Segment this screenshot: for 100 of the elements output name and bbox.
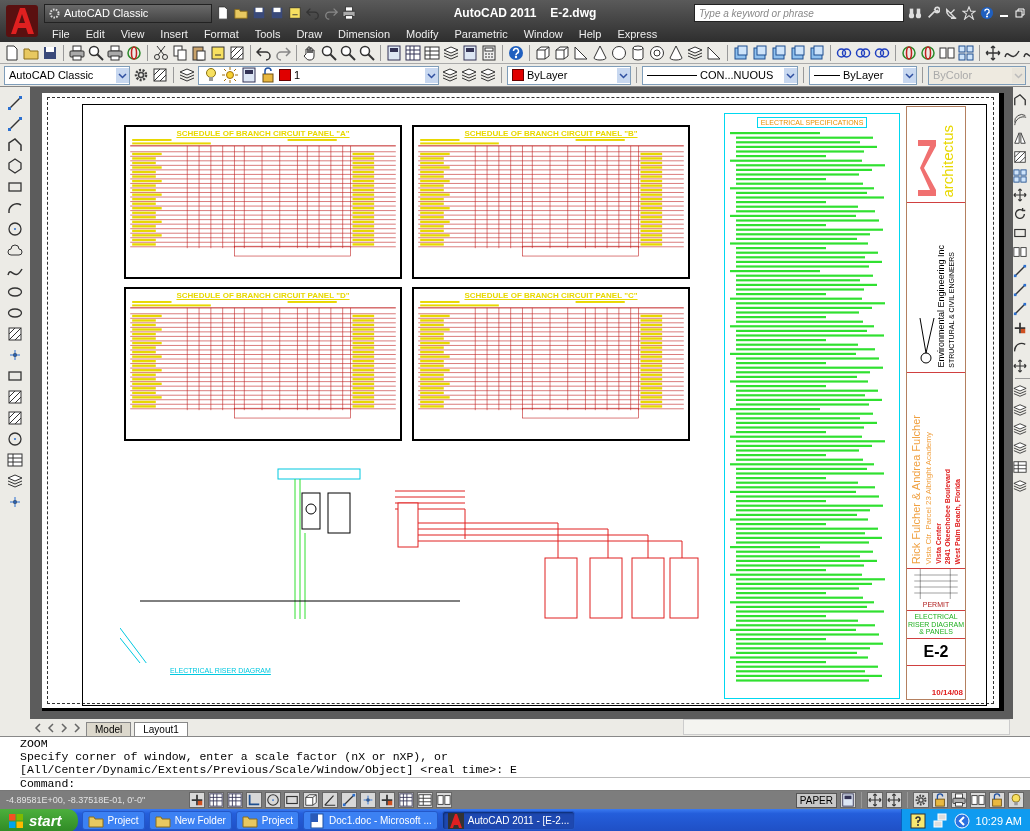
menu-item[interactable]: Window: [515, 28, 571, 40]
move-cross-icon[interactable]: [867, 792, 883, 808]
padlock-icon[interactable]: [260, 67, 276, 83]
arc-icon[interactable]: [7, 200, 23, 216]
satellite-dish-icon[interactable]: [944, 6, 958, 20]
dropdown-caret-icon[interactable]: [784, 67, 797, 83]
layers-icon[interactable]: [1013, 479, 1027, 493]
ellipse-icon[interactable]: [7, 284, 23, 300]
box-icon[interactable]: [535, 44, 551, 61]
move-cross-icon[interactable]: [1013, 359, 1027, 373]
circle-icon[interactable]: [7, 431, 23, 447]
grid-icon[interactable]: [405, 44, 421, 61]
layers-icon[interactable]: [1013, 422, 1027, 436]
help-icon[interactable]: [508, 44, 524, 61]
solid-editing-icon[interactable]: [809, 44, 825, 61]
calculator-icon[interactable]: [481, 44, 497, 61]
line-icon[interactable]: [1013, 264, 1027, 278]
line-icon[interactable]: [1013, 283, 1027, 297]
torus-icon[interactable]: [649, 44, 665, 61]
help-icon[interactable]: [980, 6, 994, 20]
hatch-icon[interactable]: [1013, 150, 1027, 164]
zoom-icon[interactable]: [340, 44, 356, 61]
solid-editing-icon[interactable]: [752, 44, 768, 61]
polyline-icon[interactable]: [7, 137, 23, 153]
layers-icon[interactable]: [443, 44, 459, 61]
move-cross-icon[interactable]: [985, 44, 1001, 61]
line-icon[interactable]: [1013, 302, 1027, 316]
command-prompt[interactable]: Command:: [20, 777, 1030, 790]
point-icon[interactable]: [7, 494, 23, 510]
scissors-icon[interactable]: [153, 44, 169, 61]
star-icon[interactable]: [962, 6, 976, 20]
lightbulb-icon[interactable]: [1008, 792, 1024, 808]
wedge-icon[interactable]: [573, 44, 589, 61]
print-icon[interactable]: [69, 44, 85, 61]
menu-item[interactable]: Modify: [398, 28, 447, 40]
rotate-icon[interactable]: [1013, 207, 1027, 221]
menu-item[interactable]: Dimension: [330, 28, 399, 40]
polyline-icon[interactable]: [1013, 93, 1027, 107]
menu-item[interactable]: Tools: [246, 28, 289, 40]
cone-icon[interactable]: [592, 44, 608, 61]
horizontal-scrollbar[interactable]: [683, 719, 1010, 735]
taskbar-button[interactable]: AutoCAD 2011 - [E-2...: [441, 811, 576, 830]
restore-icon[interactable]: [1014, 7, 1026, 19]
save-icon[interactable]: [42, 44, 58, 61]
menu-item[interactable]: Express: [609, 28, 666, 40]
orbit-icon[interactable]: [901, 44, 917, 61]
angle-icon[interactable]: [322, 792, 338, 808]
binoculars-icon[interactable]: [908, 6, 922, 20]
zoom-icon[interactable]: [359, 44, 375, 61]
move-cross-icon[interactable]: [1013, 188, 1027, 202]
move-cross-icon[interactable]: [886, 792, 902, 808]
print-icon[interactable]: [951, 792, 967, 808]
polygon-icon[interactable]: [7, 158, 23, 174]
table-icon[interactable]: [7, 452, 23, 468]
layers-icon[interactable]: [7, 473, 23, 489]
taskbar-button[interactable]: New Folder: [148, 811, 232, 830]
array-icon[interactable]: [958, 44, 974, 61]
circle-icon[interactable]: [265, 792, 281, 808]
taskbar-button[interactable]: Project: [235, 811, 299, 830]
layout-icon[interactable]: [970, 792, 986, 808]
print-icon[interactable]: [107, 44, 123, 61]
app-logo-icon[interactable]: [5, 4, 39, 38]
hatch-icon[interactable]: [7, 389, 23, 405]
gear-icon[interactable]: [133, 67, 149, 83]
clipboard-icon[interactable]: [191, 44, 207, 61]
hatch-icon[interactable]: [229, 44, 245, 61]
panel-window-icon[interactable]: [840, 792, 856, 808]
workspace-switcher[interactable]: AutoCAD Classic: [44, 3, 212, 23]
menu-item[interactable]: Parametric: [446, 28, 516, 40]
hand-icon[interactable]: [302, 44, 318, 61]
box-icon[interactable]: [303, 792, 319, 808]
layers-icon[interactable]: [1013, 384, 1027, 398]
dropdown-caret-icon[interactable]: [425, 67, 438, 83]
line-icon[interactable]: [341, 792, 357, 808]
box-icon[interactable]: [554, 44, 570, 61]
print-icon[interactable]: [342, 6, 356, 20]
layers-icon[interactable]: [442, 67, 458, 83]
hatch-icon[interactable]: [7, 326, 23, 342]
new-file-icon[interactable]: [4, 44, 20, 61]
dropdown-caret-icon[interactable]: [617, 67, 630, 83]
table-icon[interactable]: [1013, 460, 1027, 474]
help-icon[interactable]: [909, 812, 926, 829]
dropdown-caret-icon[interactable]: [116, 67, 129, 83]
point-icon[interactable]: [360, 792, 376, 808]
cone-icon[interactable]: [668, 44, 684, 61]
layout-tab[interactable]: Layout1: [134, 722, 188, 736]
layer-dropdown[interactable]: 1: [198, 65, 439, 85]
taskbar-button[interactable]: Project: [81, 811, 145, 830]
grid-icon[interactable]: [208, 792, 224, 808]
ellipse-icon[interactable]: [7, 305, 23, 321]
solid-editing-icon[interactable]: [790, 44, 806, 61]
panel-window-icon[interactable]: [462, 44, 478, 61]
offset-icon[interactable]: [1013, 112, 1027, 126]
panel-window-icon[interactable]: [386, 44, 402, 61]
zoom-icon[interactable]: [321, 44, 337, 61]
lineweight-dropdown[interactable]: ByLayer: [809, 65, 917, 85]
padlock-icon[interactable]: [932, 792, 948, 808]
menu-item[interactable]: Draw: [288, 28, 331, 40]
menu-item[interactable]: Help: [570, 28, 610, 40]
grid-icon[interactable]: [398, 792, 414, 808]
